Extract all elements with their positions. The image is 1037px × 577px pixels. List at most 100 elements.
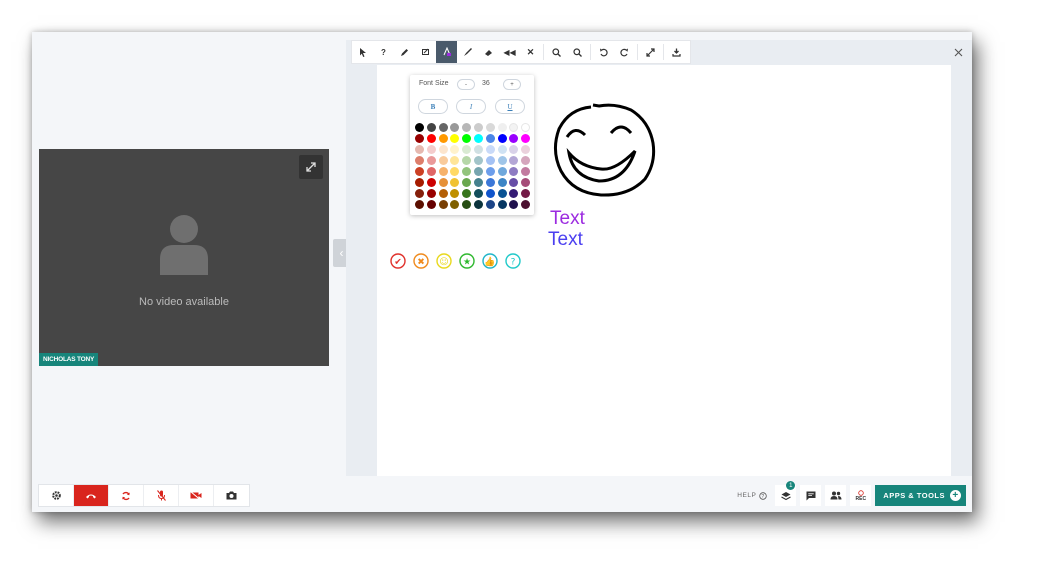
color-swatch[interactable] — [509, 156, 519, 165]
color-swatch[interactable] — [521, 167, 531, 176]
color-swatch[interactable] — [462, 200, 472, 209]
eraser-tool-button[interactable] — [415, 41, 436, 63]
switch-camera-button[interactable] — [109, 485, 144, 506]
mute-mic-button[interactable] — [144, 485, 179, 506]
color-swatch[interactable] — [521, 134, 531, 143]
color-swatch[interactable] — [509, 200, 519, 209]
layers-button[interactable]: 1 — [775, 481, 797, 506]
expand-video-button[interactable] — [299, 155, 323, 179]
color-swatch[interactable] — [462, 167, 472, 176]
hang-up-button[interactable] — [74, 485, 109, 506]
font-size-decrease-button[interactable]: - — [457, 79, 475, 90]
color-swatch[interactable] — [450, 123, 460, 132]
color-swatch[interactable] — [497, 200, 507, 209]
smile-sticker-button[interactable]: ☺ — [435, 252, 453, 270]
color-swatch[interactable] — [415, 189, 424, 198]
help-button[interactable]: HELP ? — [737, 491, 767, 500]
color-swatch[interactable] — [497, 189, 507, 198]
color-swatch[interactable] — [485, 200, 495, 209]
whiteboard-canvas[interactable]: Font Size - 36 + B I U ✔ ✖ ☺ ★ 👍? Text Text — [377, 65, 951, 476]
color-swatch[interactable] — [521, 123, 531, 132]
color-swatch[interactable] — [473, 189, 483, 198]
color-swatch[interactable] — [497, 178, 507, 187]
question-sticker-button[interactable]: ? — [504, 252, 522, 270]
color-fill-tool-button[interactable] — [436, 41, 457, 63]
color-swatch[interactable] — [450, 178, 460, 187]
color-swatch[interactable] — [509, 178, 519, 187]
close-whiteboard-button[interactable] — [948, 42, 968, 62]
color-swatch[interactable] — [438, 200, 448, 209]
color-swatch[interactable] — [438, 189, 448, 198]
color-swatch[interactable] — [497, 145, 507, 154]
color-swatch[interactable] — [426, 178, 436, 187]
color-swatch[interactable] — [426, 167, 436, 176]
color-swatch[interactable] — [450, 200, 460, 209]
color-swatch[interactable] — [521, 178, 531, 187]
color-swatch[interactable] — [485, 145, 495, 154]
color-swatch[interactable] — [462, 123, 472, 132]
canvas-text-blue[interactable]: Text — [548, 229, 583, 251]
italic-button[interactable]: I — [456, 99, 486, 114]
color-swatch[interactable] — [473, 156, 483, 165]
color-swatch[interactable] — [509, 145, 519, 154]
color-swatch[interactable] — [485, 134, 495, 143]
color-swatch[interactable] — [521, 200, 531, 209]
color-swatch[interactable] — [450, 156, 460, 165]
record-button[interactable]: REC — [850, 485, 872, 506]
color-swatch[interactable] — [438, 145, 448, 154]
color-swatch[interactable] — [485, 156, 495, 165]
color-swatch[interactable] — [521, 145, 531, 154]
download-button[interactable] — [666, 41, 687, 63]
chat-button[interactable] — [800, 485, 822, 506]
zoom-in-button[interactable] — [546, 41, 567, 63]
clear-tool-button[interactable]: ✕ — [520, 41, 541, 63]
check-sticker-button[interactable]: ✔ — [389, 252, 407, 270]
color-swatch[interactable] — [521, 189, 531, 198]
select-tool-button[interactable] — [352, 41, 373, 63]
snapshot-button[interactable] — [214, 485, 249, 506]
thumbs-up-sticker-button[interactable]: 👍 — [481, 252, 499, 270]
color-swatch[interactable] — [426, 189, 436, 198]
color-swatch[interactable] — [485, 178, 495, 187]
color-swatch[interactable] — [415, 200, 424, 209]
color-swatch[interactable] — [485, 189, 495, 198]
color-swatch[interactable] — [509, 167, 519, 176]
rewind-tool-button[interactable]: ◀◀ — [499, 41, 520, 63]
color-swatch[interactable] — [521, 156, 531, 165]
zoom-out-button[interactable] — [567, 41, 588, 63]
color-swatch[interactable] — [462, 156, 472, 165]
color-swatch[interactable] — [450, 189, 460, 198]
font-size-increase-button[interactable]: + — [503, 79, 521, 90]
color-swatch[interactable] — [497, 167, 507, 176]
color-swatch[interactable] — [509, 134, 519, 143]
color-swatch[interactable] — [450, 134, 460, 143]
color-swatch[interactable] — [438, 134, 448, 143]
question-tool-button[interactable]: ? — [373, 41, 394, 63]
color-swatch[interactable] — [497, 134, 507, 143]
fullscreen-button[interactable] — [640, 41, 661, 63]
color-swatch[interactable] — [473, 200, 483, 209]
color-swatch[interactable] — [426, 156, 436, 165]
highlighter-tool-button[interactable] — [478, 41, 499, 63]
color-swatch[interactable] — [438, 167, 448, 176]
color-swatch[interactable] — [485, 123, 495, 132]
participants-button[interactable] — [825, 485, 847, 506]
star-sticker-button[interactable]: ★ — [458, 252, 476, 270]
color-swatch[interactable] — [473, 134, 483, 143]
color-swatch[interactable] — [462, 134, 472, 143]
color-swatch[interactable] — [438, 123, 448, 132]
color-swatch[interactable] — [426, 145, 436, 154]
undo-button[interactable] — [593, 41, 614, 63]
settings-button[interactable] — [39, 485, 74, 506]
color-swatch[interactable] — [450, 145, 460, 154]
brush-tool-button[interactable] — [457, 41, 478, 63]
color-swatch[interactable] — [462, 145, 472, 154]
color-swatch[interactable] — [473, 123, 483, 132]
color-swatch[interactable] — [450, 167, 460, 176]
color-swatch[interactable] — [462, 178, 472, 187]
color-swatch[interactable] — [415, 156, 424, 165]
pen-tool-button[interactable] — [394, 41, 415, 63]
color-swatch[interactable] — [415, 145, 424, 154]
color-swatch[interactable] — [509, 123, 519, 132]
color-swatch[interactable] — [485, 167, 495, 176]
